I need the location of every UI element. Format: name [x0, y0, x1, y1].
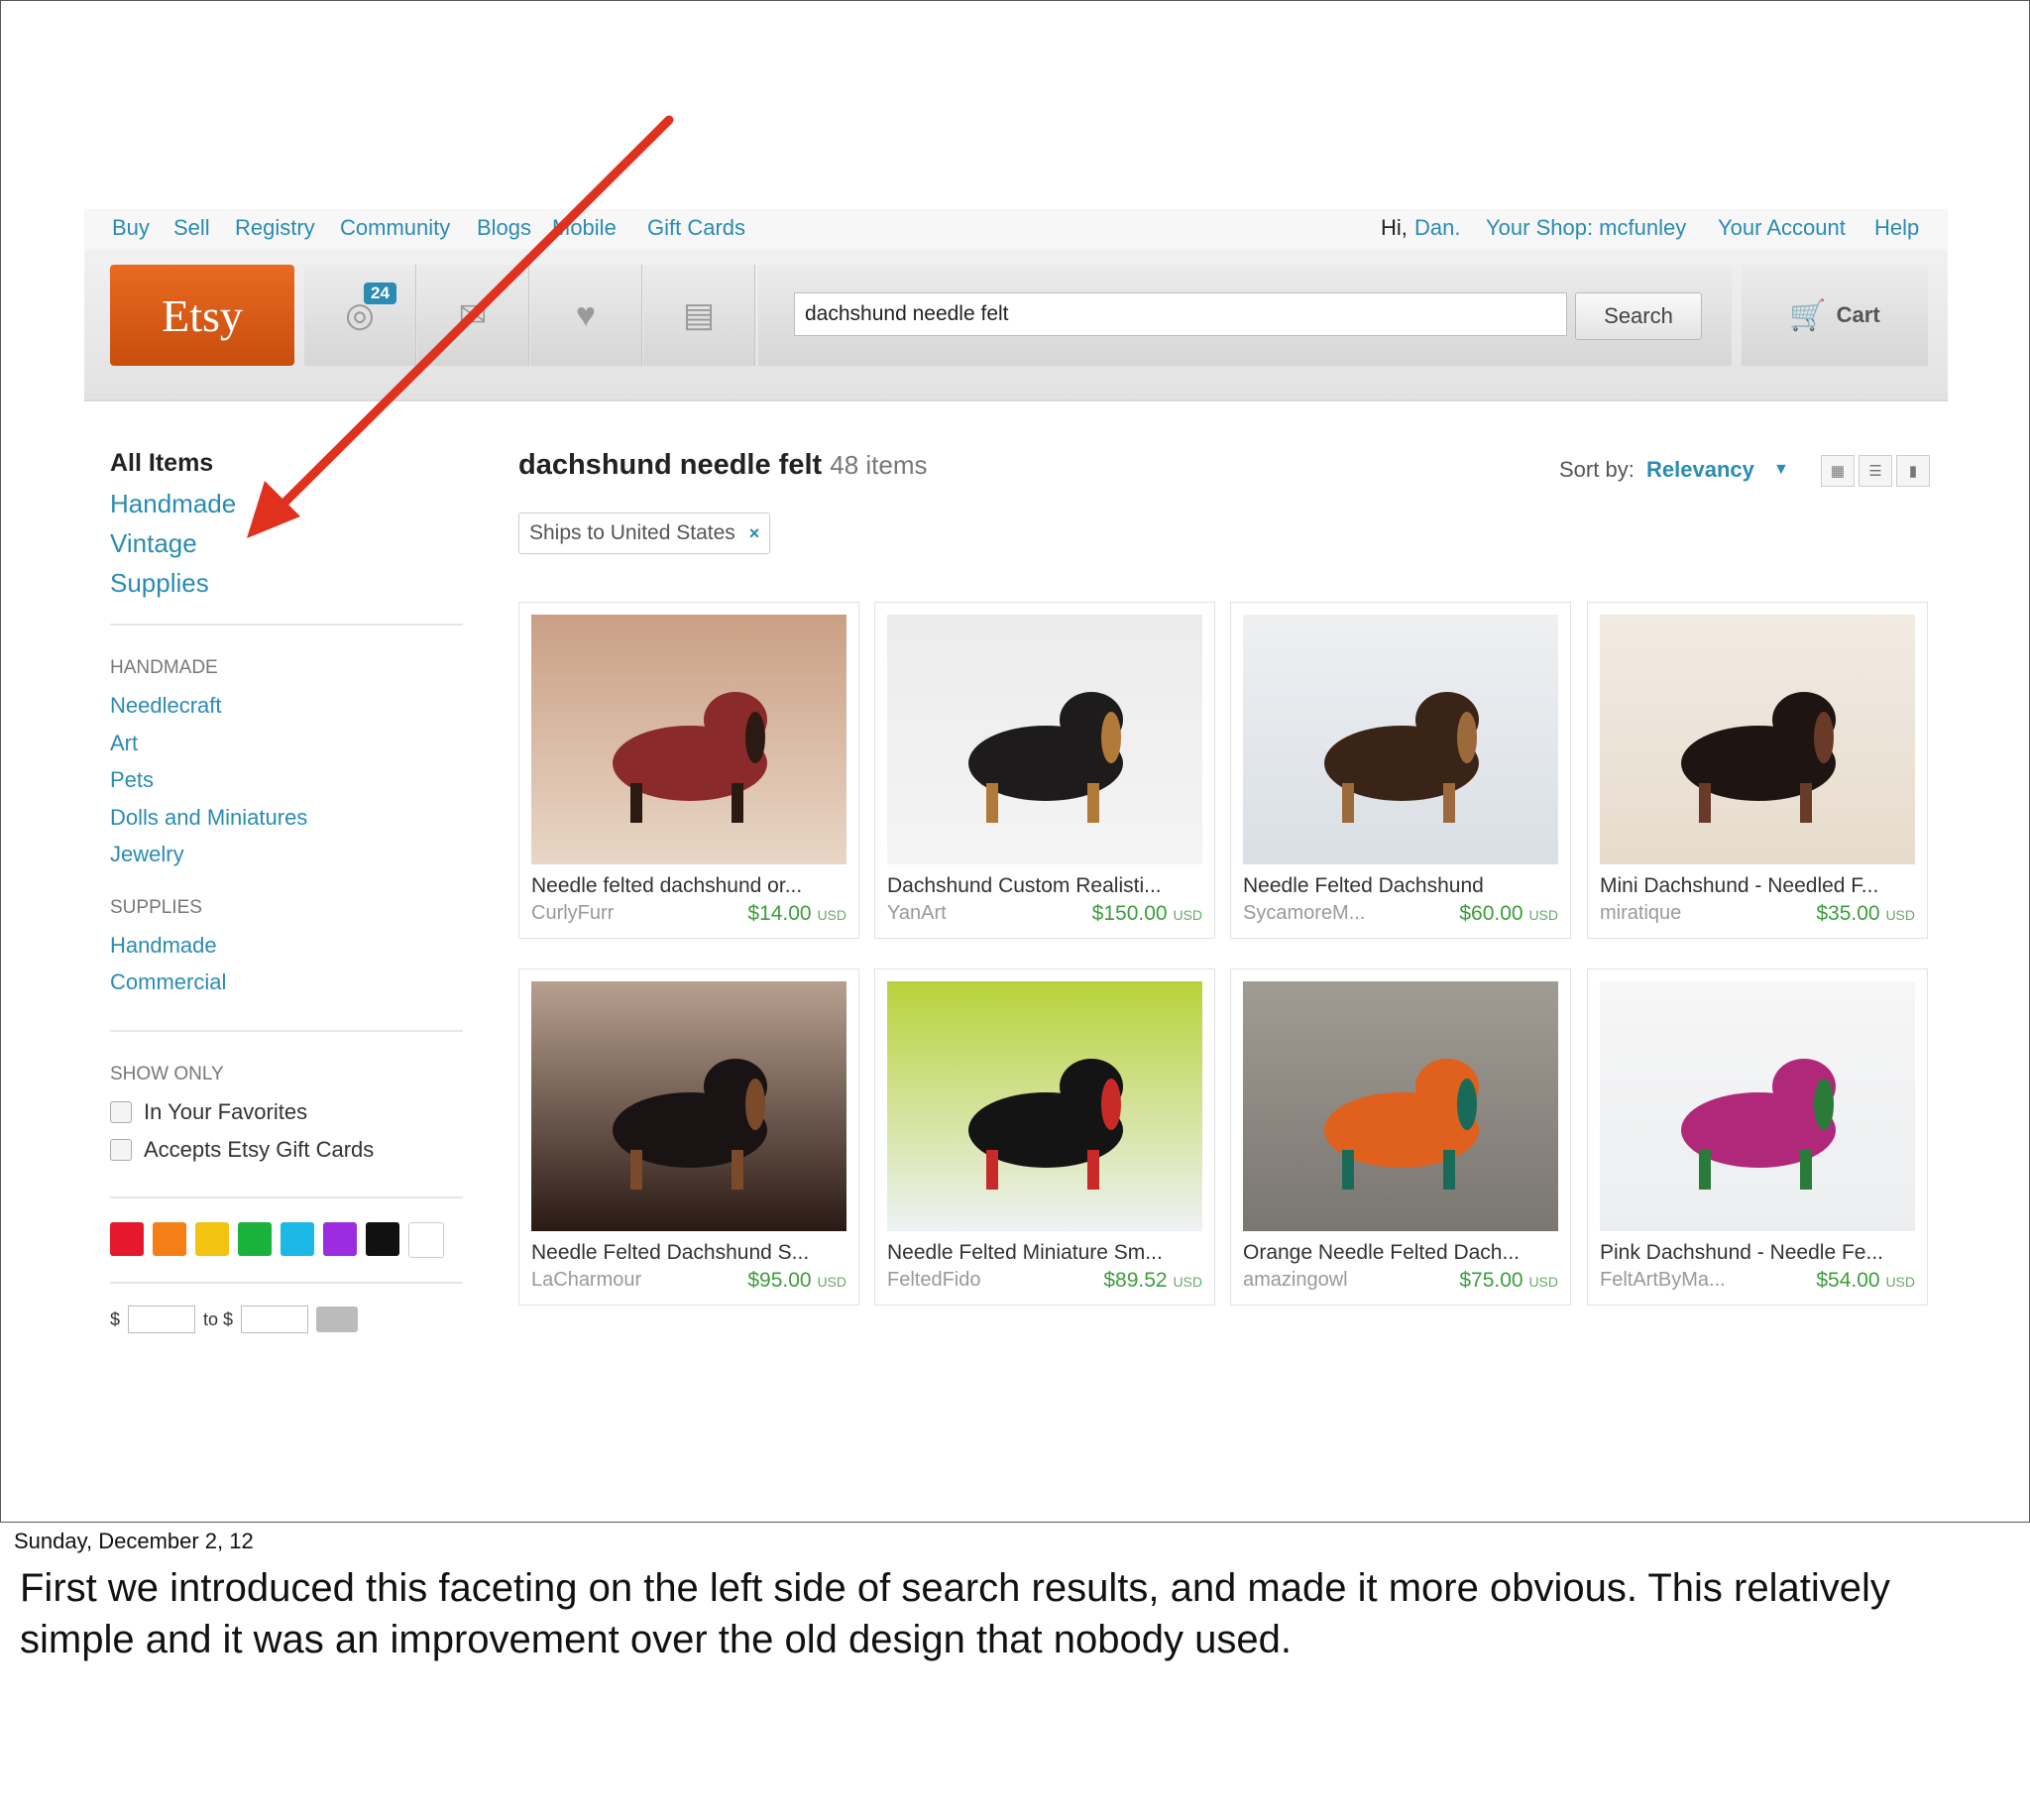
slide-date: Sunday, December 2, 12 — [14, 1529, 254, 1553]
slide: Buy Sell Registry Community Blogs Mobile… — [0, 0, 2030, 1523]
speaker-note: First we introduced this faceting on the… — [20, 1566, 1890, 1661]
annotation-arrow — [247, 115, 674, 538]
